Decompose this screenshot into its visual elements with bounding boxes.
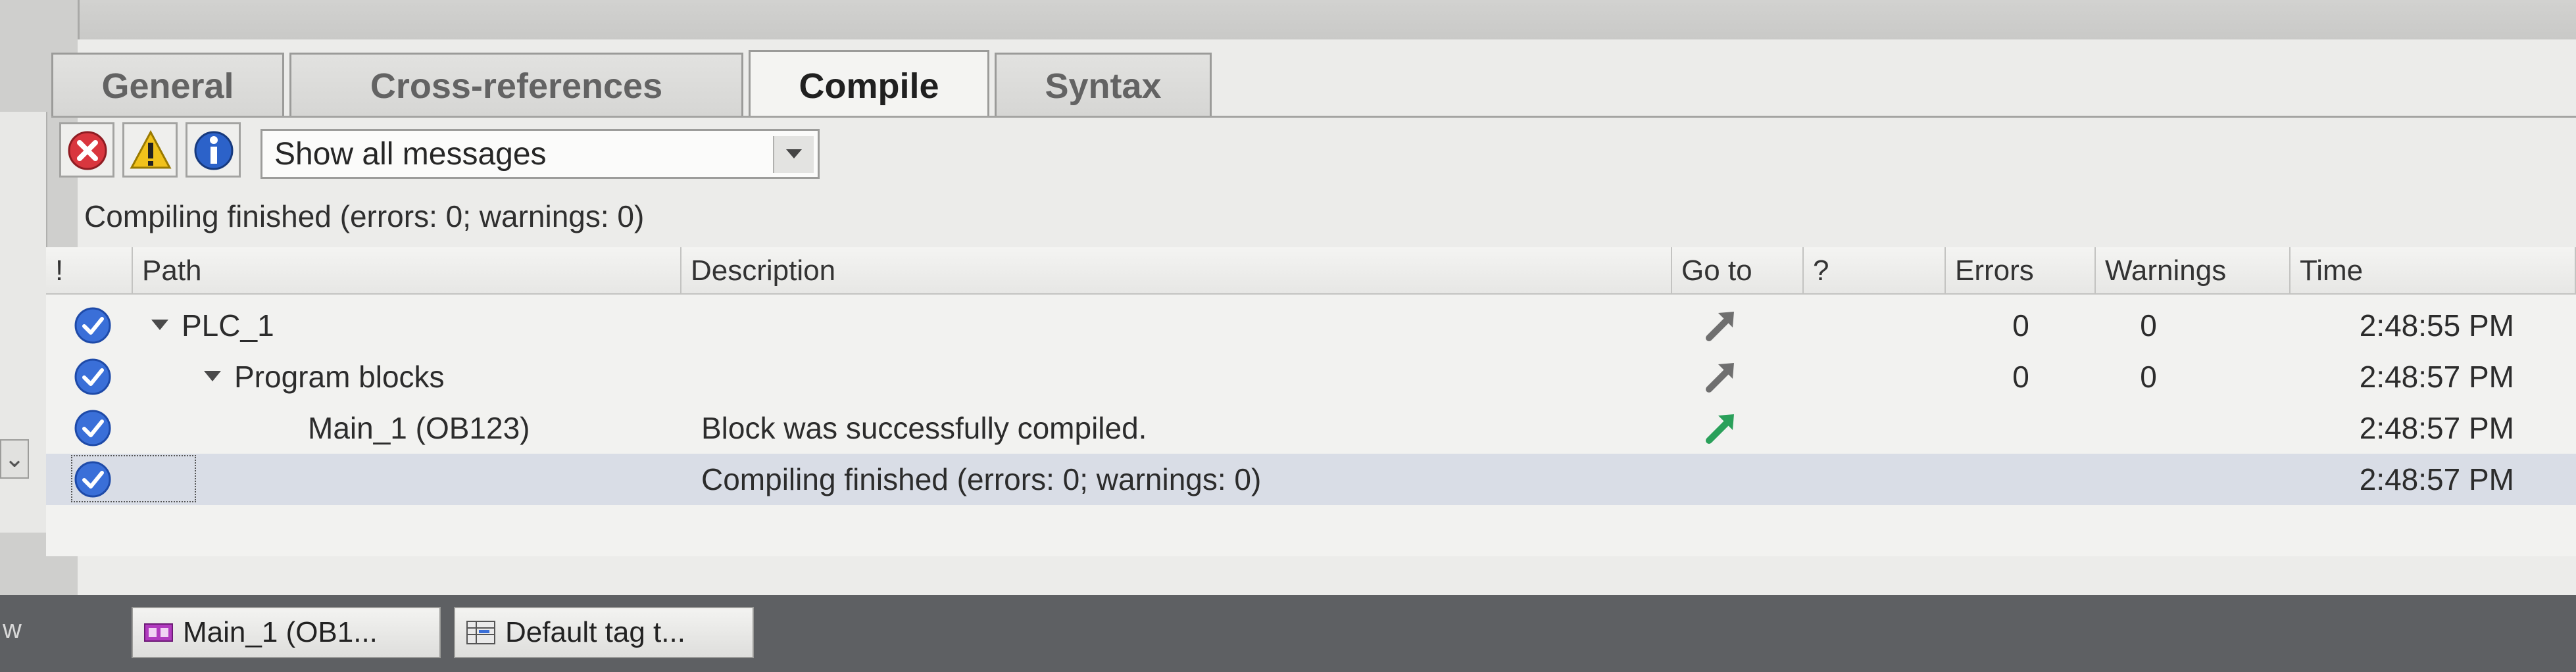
row-warnings: 0	[2140, 308, 2157, 343]
top-strip	[0, 0, 2576, 39]
message-filter-select[interactable]: Show all messages	[260, 129, 820, 179]
show-info-button[interactable]	[186, 122, 241, 178]
message-filter-value: Show all messages	[274, 137, 547, 172]
taskbar-item-default-tag-table[interactable]: Default tag t...	[454, 607, 754, 658]
compile-summary: Compiling finished (errors: 0; warnings:…	[84, 199, 645, 233]
collapse-chevron-icon[interactable]: ⌄	[0, 439, 29, 479]
taskbar-item-main1[interactable]: Main_1 (OB1...	[132, 607, 441, 658]
table-row-selected[interactable]: Compiling finished (errors: 0; warnings:…	[46, 454, 2576, 505]
compile-messages-table: ! Path Description Go to ? Errors Warnin…	[46, 247, 2576, 556]
column-header-path[interactable]: Path	[133, 247, 681, 295]
taskbar-item-label: Default tag t...	[505, 616, 685, 648]
row-time: 2:48:55 PM	[2359, 308, 2514, 343]
column-header-description[interactable]: Description	[681, 247, 1672, 295]
show-warnings-button[interactable]	[122, 122, 178, 178]
row-description: Compiling finished (errors: 0; warnings:…	[701, 462, 1262, 496]
info-icon	[194, 131, 234, 170]
taskbar-item-label: Main_1 (OB1...	[183, 616, 378, 648]
success-check-icon	[74, 461, 111, 498]
row-time: 2:48:57 PM	[2359, 360, 2514, 394]
tab-compile[interactable]: Compile	[749, 50, 989, 116]
table-row[interactable]: Program blocks 0 0 2:48:57 PM	[46, 351, 2576, 402]
expand-arrow-icon[interactable]	[204, 371, 221, 381]
chevron-down-icon[interactable]	[773, 136, 814, 173]
expand-arrow-icon[interactable]	[151, 320, 168, 330]
taskbar-left-label: w	[3, 615, 22, 644]
row-errors: 0	[2012, 308, 2029, 343]
table-row[interactable]: PLC_1 0 0 2:48:55 PM	[46, 300, 2576, 351]
show-errors-button[interactable]	[59, 122, 114, 178]
column-header-time[interactable]: Time	[2291, 247, 2576, 295]
row-errors: 0	[2012, 360, 2029, 394]
success-check-icon	[74, 410, 111, 446]
success-check-icon	[74, 307, 111, 344]
row-time: 2:48:57 PM	[2359, 462, 2514, 496]
column-header-errors[interactable]: Errors	[1946, 247, 2096, 295]
tab-general[interactable]: General	[51, 53, 284, 116]
error-icon	[68, 131, 107, 170]
block-icon	[144, 623, 173, 642]
row-warnings: 0	[2140, 360, 2157, 394]
row-time: 2:48:57 PM	[2359, 411, 2514, 445]
editor-taskbar: w Main_1 (OB1... Default tag t...	[0, 595, 2576, 672]
row-path: PLC_1	[182, 308, 274, 343]
column-header-warnings[interactable]: Warnings	[2096, 247, 2291, 295]
table-row[interactable]: Main_1 (OB123) Block was successfully co…	[46, 402, 2576, 454]
column-header-help[interactable]: ?	[1804, 247, 1946, 295]
row-description: Block was successfully compiled.	[701, 411, 1147, 445]
goto-arrow-icon[interactable]	[1701, 408, 1741, 447]
tab-syntax[interactable]: Syntax	[995, 53, 1212, 116]
column-header-goto[interactable]: Go to	[1672, 247, 1804, 295]
row-path: Main_1 (OB123)	[308, 411, 530, 445]
success-check-icon	[74, 358, 111, 395]
column-header-status[interactable]: !	[46, 247, 133, 295]
goto-arrow-icon[interactable]	[1701, 356, 1741, 396]
tab-cross-references[interactable]: Cross-references	[289, 53, 743, 116]
warning-icon	[130, 130, 172, 169]
tab-divider	[51, 116, 2576, 118]
goto-arrow-icon[interactable]	[1701, 305, 1741, 345]
row-path: Program blocks	[234, 360, 445, 394]
tag-table-icon	[466, 621, 495, 644]
